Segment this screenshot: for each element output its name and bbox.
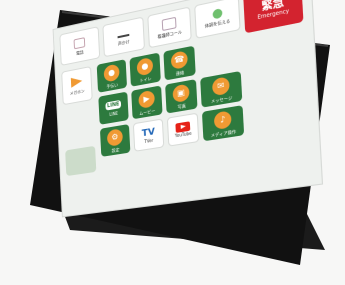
line-tile[interactable]: LINE LINE — [98, 91, 129, 125]
movie-icon: ▶ — [138, 89, 155, 109]
message-tile[interactable]: ✉ メッセージ — [200, 70, 243, 108]
message-label: メッセージ — [210, 94, 233, 104]
help-tile[interactable]: ● 手伝い — [96, 59, 128, 93]
emergency-tile[interactable]: 緊急 Emergency — [243, 0, 304, 34]
settings-label: 設定 — [111, 146, 120, 153]
movie-label: ムービー — [139, 107, 156, 116]
toilet-label: トイレ — [139, 75, 152, 83]
megaphone-tile[interactable]: メガホン — [61, 65, 93, 106]
toilet-icon: ● — [136, 56, 154, 76]
tver-tile[interactable]: TV TVer — [132, 118, 165, 152]
megaphone-icon — [70, 75, 83, 88]
tablet-screen: 電話 声かけ 看護師コール 体調を伝える 緊急 Emergency メガホン ●… — [52, 0, 324, 218]
app-grid: 電話 声かけ 看護師コール 体調を伝える 緊急 Emergency メガホン ●… — [59, 0, 314, 210]
voice-icon — [117, 27, 130, 39]
phone-tile[interactable]: 電話 — [59, 26, 101, 66]
youtube-tile[interactable]: YouTube — [166, 112, 200, 147]
condition-tile[interactable]: 体調を伝える — [194, 0, 241, 39]
contact-icon: ☎ — [170, 49, 188, 70]
gear-icon: ⚙ — [106, 127, 124, 147]
tver-label: TVer — [144, 137, 154, 144]
help-label: 手伝い — [106, 81, 119, 89]
photo-icon: ▣ — [172, 82, 190, 103]
call-out-label: 声かけ — [117, 38, 130, 47]
nurse-call-label: 看護師コール — [157, 29, 183, 40]
line-label: LINE — [109, 110, 119, 117]
photo-label: 写真 — [177, 102, 186, 110]
media-control-label: メディア操作 — [210, 128, 237, 138]
toilet-tile[interactable]: ● トイレ — [129, 52, 161, 87]
megaphone-label: メガホン — [69, 88, 85, 97]
contact-tile[interactable]: ☎ 連絡 — [163, 45, 196, 81]
message-icon: ✉ — [211, 75, 230, 96]
photo-tile[interactable]: ▣ 写真 — [165, 79, 198, 114]
media-control-tile[interactable]: ♪ メディア操作 — [201, 105, 245, 142]
phone-icon — [73, 36, 86, 49]
nurse-icon — [161, 16, 177, 32]
contact-label: 連絡 — [175, 69, 185, 76]
call-out-tile[interactable]: 声かけ — [102, 16, 145, 58]
nurse-call-tile[interactable]: 看護師コール — [147, 6, 192, 49]
left-bottom-tile[interactable] — [65, 145, 97, 177]
music-icon: ♪ — [213, 109, 232, 130]
condition-label: 体調を伝える — [204, 18, 231, 29]
movie-tile[interactable]: ▶ ムービー — [131, 85, 163, 120]
settings-tile[interactable]: ⚙ 設定 — [99, 124, 131, 157]
phone-label: 電話 — [75, 48, 84, 56]
line-icon: LINE — [105, 99, 122, 111]
help-icon: ● — [103, 63, 120, 83]
check-icon — [211, 8, 223, 20]
